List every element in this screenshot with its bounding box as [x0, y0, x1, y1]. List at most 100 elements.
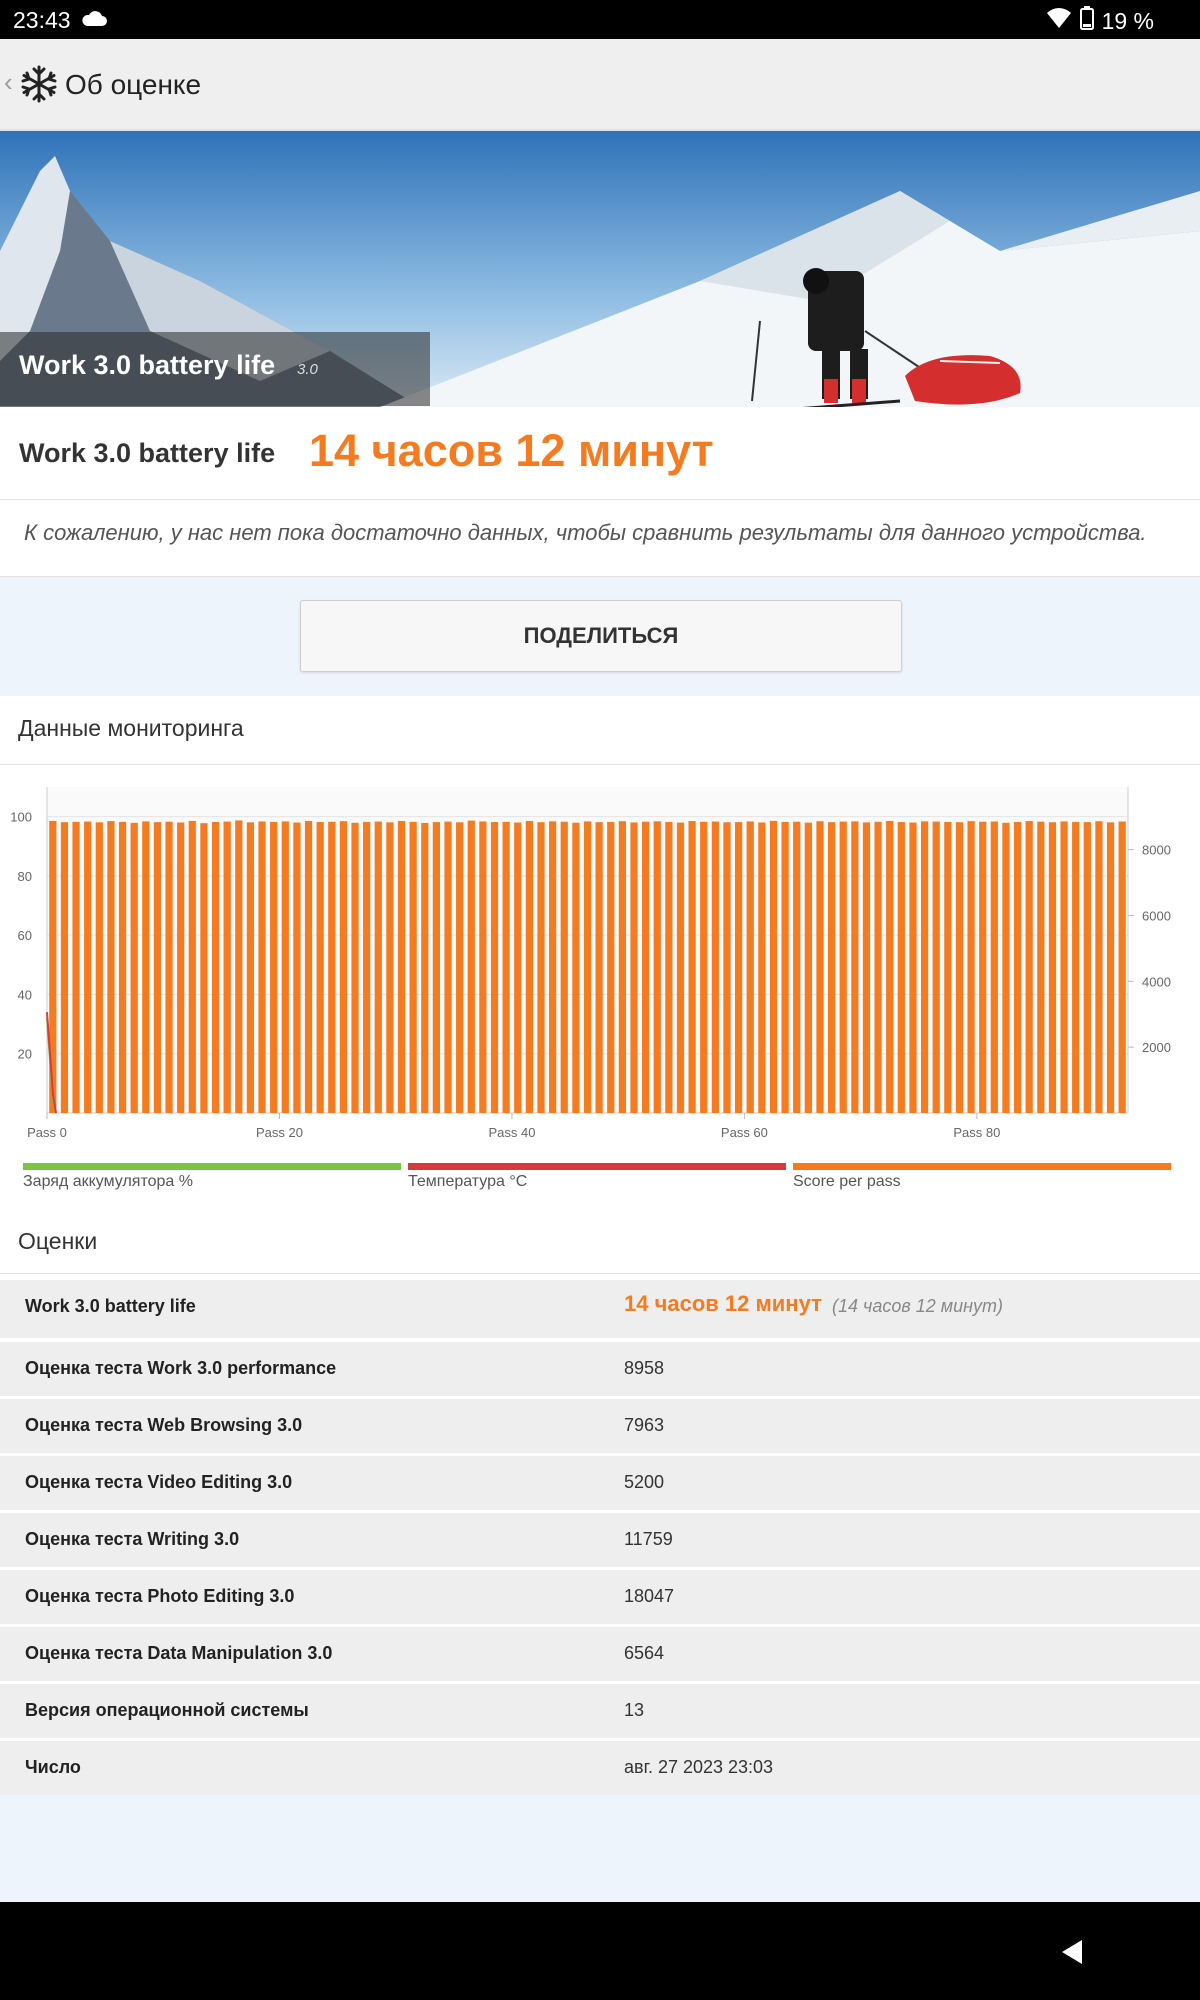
share-button[interactable]: ПОДЕЛИТЬСЯ [300, 600, 902, 672]
score-row: Оценка теста Data Manipulation 3.0 6564 [0, 1627, 1200, 1681]
wifi-icon [1046, 7, 1072, 35]
score-bar [316, 822, 324, 1113]
score-label: Оценка теста Data Manipulation 3.0 [25, 1643, 333, 1663]
score-bar [537, 822, 545, 1113]
navigation-bar [0, 1902, 1200, 2000]
score-bar [525, 820, 533, 1113]
result-bottom-divider [0, 576, 1200, 577]
score-bar [979, 821, 987, 1113]
score-bar [223, 821, 231, 1113]
score-bar [60, 822, 69, 1113]
app-bar: ‹ Об оценке [0, 39, 1200, 132]
score-bar [944, 821, 952, 1113]
score-bar [502, 821, 510, 1113]
score-bar [421, 822, 429, 1113]
score-row: Оценка теста Web Browsing 3.0 7963 [0, 1399, 1200, 1453]
score-bar [1002, 822, 1010, 1113]
legend-score-label: Score per pass [793, 1173, 901, 1190]
score-bar [95, 822, 103, 1113]
score-bar [874, 821, 882, 1113]
score-value: 6564 [624, 1643, 665, 1663]
left-axis-tick-label: 20 [18, 1047, 32, 1062]
score-bar [258, 821, 266, 1113]
battery-icon [1079, 6, 1094, 36]
score-bar [432, 822, 440, 1113]
score-bar [1013, 821, 1022, 1113]
score-bar [665, 821, 673, 1113]
score-bar [363, 821, 371, 1113]
score-label: Оценка теста Video Editing 3.0 [25, 1472, 293, 1492]
score-bar [84, 821, 92, 1113]
score-label: Оценка теста Web Browsing 3.0 [25, 1415, 303, 1435]
score-label: Оценка теста Work 3.0 performance [25, 1358, 337, 1378]
score-bar [130, 822, 138, 1113]
score-bar [107, 821, 115, 1113]
score-bar [479, 821, 487, 1113]
score-label: Число [25, 1757, 81, 1777]
score-bar [490, 822, 499, 1113]
score-bar [1106, 822, 1115, 1113]
score-bar [386, 822, 394, 1113]
score-bar [723, 822, 731, 1113]
score-value: 7963 [624, 1415, 665, 1435]
score-bar [246, 822, 255, 1113]
scores-divider [0, 1273, 1200, 1274]
x-axis-tick-label: Pass 80 [953, 1125, 1000, 1140]
score-bar [909, 822, 917, 1113]
score-bar [700, 821, 708, 1113]
score-bar [200, 823, 208, 1113]
score-row: Оценка теста Video Editing 3.0 5200 [0, 1456, 1200, 1510]
snowflake-logo-icon[interactable] [20, 65, 58, 108]
left-axis-tick-label: 60 [18, 928, 32, 943]
score-bar [816, 821, 824, 1113]
monitoring-title: Данные мониторинга [18, 715, 244, 741]
score-bar [955, 822, 964, 1113]
legend-battery-label: Заряд аккумулятора % [23, 1173, 193, 1190]
right-axis-tick-label: 2000 [1142, 1040, 1171, 1055]
legend-temperature-swatch [408, 1163, 786, 1170]
score-value: 14 часов 12 минут [624, 1291, 822, 1316]
x-axis-tick-label: Pass 60 [721, 1125, 768, 1140]
score-bar [1025, 821, 1033, 1113]
score-bar [920, 821, 929, 1113]
score-bar [560, 821, 568, 1113]
score-value: 11759 [624, 1529, 673, 1549]
score-bar [967, 821, 975, 1113]
score-bar [270, 821, 278, 1113]
score-bar [746, 821, 754, 1113]
score-value: 5200 [624, 1472, 665, 1492]
score-bar [653, 821, 661, 1113]
score-row-battery-life: Work 3.0 battery life 14 часов 12 минут … [0, 1280, 1200, 1338]
score-bar [397, 821, 406, 1113]
score-bar [304, 821, 313, 1113]
score-bar [583, 821, 592, 1113]
right-axis-tick-label: 8000 [1142, 843, 1171, 858]
score-bar [932, 821, 940, 1113]
nav-back-icon[interactable] [1058, 1938, 1086, 1971]
legend-temperature-label: Температура °C [408, 1173, 528, 1190]
back-chevron-icon[interactable]: ‹ [4, 67, 13, 98]
score-label: Оценка теста Writing 3.0 [25, 1529, 240, 1549]
score-bar [630, 822, 638, 1113]
x-axis-tick-label: Pass 20 [256, 1125, 303, 1140]
left-axis-tick-label: 100 [10, 810, 32, 825]
score-bar [1095, 821, 1103, 1113]
score-bar [328, 821, 336, 1113]
score-row: Оценка теста Writing 3.0 11759 [0, 1513, 1200, 1567]
score-bar [595, 822, 603, 1113]
score-value: авг. 27 2023 23:03 [624, 1757, 774, 1777]
left-axis-tick-label: 80 [18, 869, 32, 884]
score-bar [897, 822, 905, 1113]
score-bar [758, 822, 766, 1113]
score-bar [642, 821, 650, 1113]
score-value: 18047 [624, 1586, 675, 1606]
battery-percent: 19 % [1101, 7, 1154, 34]
score-bar [886, 820, 894, 1113]
score-bar [676, 822, 685, 1113]
score-bar [235, 820, 243, 1113]
score-bar [781, 821, 789, 1113]
score-row: Оценка теста Photo Editing 3.0 18047 [0, 1570, 1200, 1624]
score-bar [142, 821, 150, 1113]
right-axis-tick-label: 4000 [1142, 974, 1171, 989]
score-row: Число авг. 27 2023 23:03 [0, 1741, 1200, 1795]
